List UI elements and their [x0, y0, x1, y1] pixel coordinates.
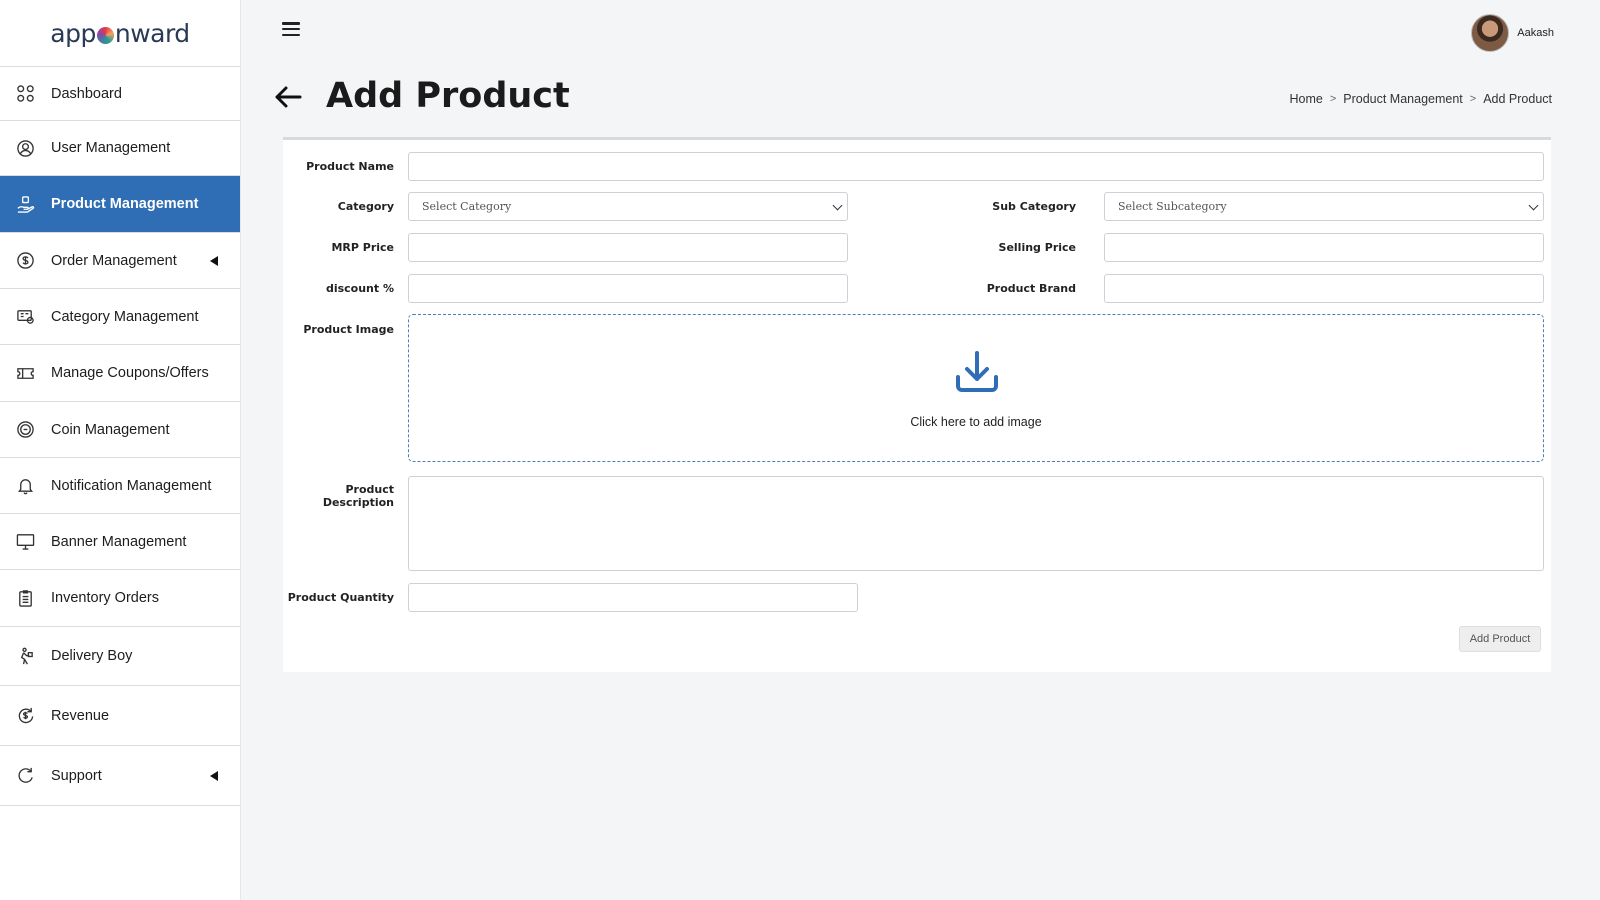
monitor-icon — [15, 532, 35, 552]
sidebar-item-notification-management[interactable]: Notification Management — [0, 458, 240, 514]
breadcrumb-current: Add Product — [1483, 92, 1552, 106]
order-icon — [15, 251, 35, 271]
sidebar-item-revenue[interactable]: Revenue — [0, 686, 240, 746]
chevron-left-icon — [210, 255, 218, 266]
product-brand-field[interactable] — [1104, 274, 1544, 303]
sidebar-item-label: Manage Coupons/Offers — [51, 365, 209, 381]
mrp-price-label: MRP Price — [331, 241, 394, 254]
sidebar-item-category-management[interactable]: Category Management — [0, 289, 240, 345]
category-label: Category — [337, 200, 394, 213]
coupon-icon — [15, 363, 35, 383]
chevron-down-icon — [832, 200, 843, 211]
sidebar-item-label: Support — [51, 767, 102, 784]
sidebar-item-product-management[interactable]: Product Management — [0, 176, 240, 233]
sidebar-item-label: Coin Management — [51, 421, 170, 438]
sidebar-item-manage-coupons[interactable]: Manage Coupons/Offers — [0, 345, 240, 402]
revenue-icon — [15, 706, 35, 726]
product-brand-label: Product Brand — [986, 282, 1076, 295]
product-quantity-field[interactable] — [408, 583, 858, 612]
sidebar-item-inventory-orders[interactable]: Inventory Orders — [0, 570, 240, 627]
sidebar-item-user-management[interactable]: User Management — [0, 121, 240, 176]
bell-icon — [15, 476, 35, 496]
upload-hint-text: Click here to add image — [910, 415, 1042, 429]
image-upload-dropzone[interactable]: Click here to add image — [408, 314, 1544, 462]
product-icon — [15, 194, 35, 214]
breadcrumb-separator: > — [1329, 93, 1337, 105]
back-arrow-icon[interactable] — [273, 82, 303, 112]
sidebar-item-delivery-boy[interactable]: Delivery Boy — [0, 627, 240, 686]
menu-toggle-icon[interactable] — [282, 22, 300, 36]
logo-text-left: app — [50, 18, 96, 48]
sidebar-item-label: Product Management — [51, 196, 199, 212]
dashboard-icon — [15, 84, 35, 104]
sidebar-item-banner-management[interactable]: Banner Management — [0, 514, 240, 570]
sidebar-item-support[interactable]: Support — [0, 746, 240, 806]
sidebar: app nward Dashboard User Management Produ… — [0, 0, 241, 900]
sidebar-item-label: Revenue — [51, 707, 110, 724]
sidebar-item-dashboard[interactable]: Dashboard — [0, 67, 240, 121]
brand-logo[interactable]: app nward — [0, 0, 240, 67]
sub-category-label: Sub Category — [992, 200, 1076, 213]
category-selected-value: Select Category — [422, 200, 512, 213]
breadcrumb-separator: > — [1469, 93, 1477, 105]
sub-category-selected-value: Select Subcategory — [1118, 200, 1227, 213]
breadcrumb-home[interactable]: Home — [1289, 92, 1322, 106]
discount-field[interactable] — [408, 274, 848, 303]
add-product-button[interactable]: Add Product — [1459, 626, 1541, 652]
support-icon — [15, 766, 35, 786]
chevron-down-icon — [1528, 200, 1539, 211]
discount-label: discount % — [325, 282, 394, 295]
sidebar-item-label: Notification Management — [51, 477, 212, 494]
user-menu[interactable]: Aakash — [1471, 14, 1554, 52]
sidebar-item-label: Inventory Orders — [51, 590, 159, 606]
category-select[interactable]: Select Category — [408, 192, 848, 221]
page-title: Add Product — [326, 76, 570, 116]
sidebar-item-label: User Management — [51, 140, 171, 156]
sidebar-item-label: Delivery Boy — [51, 648, 133, 664]
product-description-label: Product Description — [322, 483, 394, 509]
avatar — [1471, 14, 1510, 52]
sidebar-item-coin-management[interactable]: Coin Management — [0, 402, 240, 458]
clipboard-icon — [15, 588, 35, 608]
selling-price-field[interactable] — [1104, 233, 1544, 262]
product-name-label: Product Name — [306, 160, 394, 173]
sidebar-item-order-management[interactable]: Order Management — [0, 233, 240, 289]
top-bar: Aakash — [241, 0, 1600, 60]
selling-price-label: Selling Price — [998, 241, 1076, 254]
user-name: Aakash — [1517, 27, 1554, 39]
product-description-textarea[interactable] — [408, 476, 1544, 571]
breadcrumb-product-management[interactable]: Product Management — [1343, 92, 1463, 106]
product-image-label: Product Image — [303, 323, 394, 336]
sidebar-item-label: Order Management — [51, 252, 177, 269]
sidebar-item-label: Banner Management — [51, 533, 187, 550]
logo-text-right: nward — [114, 18, 190, 48]
user-icon — [15, 138, 35, 158]
sub-category-select[interactable]: Select Subcategory — [1104, 192, 1544, 221]
breadcrumb: Home > Product Management > Add Product — [1289, 92, 1552, 106]
product-quantity-label: Product Quantity — [287, 591, 394, 604]
mrp-price-field[interactable] — [408, 233, 848, 262]
coin-icon — [15, 420, 35, 440]
logo-o-mark — [96, 26, 114, 44]
sidebar-item-label: Dashboard — [51, 85, 122, 102]
product-name-field[interactable] — [408, 152, 1544, 181]
chevron-left-icon — [210, 770, 218, 781]
download-icon — [956, 351, 998, 392]
delivery-icon — [15, 646, 35, 666]
sidebar-item-label: Category Management — [51, 308, 199, 325]
add-product-form: Product Name Category Select Category Su… — [283, 137, 1551, 672]
category-icon — [15, 307, 35, 327]
